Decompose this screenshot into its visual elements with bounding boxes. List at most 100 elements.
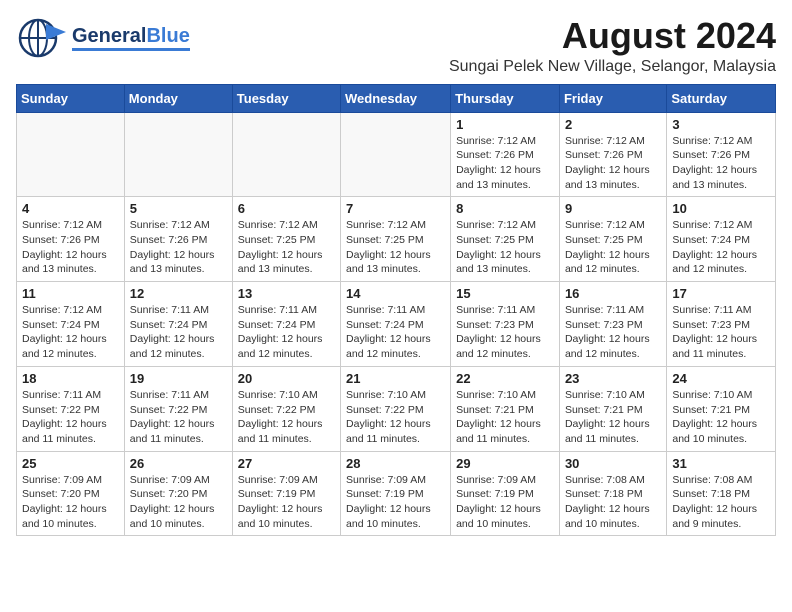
day-number: 25	[22, 456, 119, 471]
calendar-header-tuesday: Tuesday	[232, 84, 340, 112]
day-info: Sunrise: 7:10 AM Sunset: 7:21 PM Dayligh…	[456, 388, 554, 447]
calendar-week-row-3: 11Sunrise: 7:12 AM Sunset: 7:24 PM Dayli…	[17, 282, 776, 367]
day-number: 21	[346, 371, 445, 386]
calendar-week-row-2: 4 Sunrise: 7:12 AM Sunset: 7:26 PM Daylig…	[17, 197, 776, 282]
day-info: Sunrise: 7:11 AM Sunset: 7:23 PM Dayligh…	[672, 303, 770, 362]
day-number: 14	[346, 286, 445, 301]
calendar-header-row: SundayMondayTuesdayWednesdayThursdayFrid…	[17, 84, 776, 112]
calendar-day-cell: 8 Sunrise: 7:12 AM Sunset: 7:25 PM Daylig…	[451, 197, 560, 282]
day-info: Sunrise: 7:10 AM Sunset: 7:22 PM Dayligh…	[238, 388, 335, 447]
day-info: Sunrise: 7:09 AM Sunset: 7:20 PM Dayligh…	[22, 473, 119, 532]
calendar-day-cell: 22 Sunrise: 7:10 AM Sunset: 7:21 PM Dayli…	[451, 366, 560, 451]
day-info: Sunrise: 7:09 AM Sunset: 7:19 PM Dayligh…	[456, 473, 554, 532]
logo-general: General	[72, 25, 146, 47]
calendar-day-cell	[124, 112, 232, 197]
calendar-day-cell: 3Sunrise: 7:12 AM Sunset: 7:26 PM Daylig…	[667, 112, 776, 197]
day-number: 10	[672, 201, 770, 216]
calendar-day-cell	[341, 112, 451, 197]
calendar-week-row-5: 25 Sunrise: 7:09 AM Sunset: 7:20 PM Dayli…	[17, 451, 776, 536]
calendar-header-saturday: Saturday	[667, 84, 776, 112]
calendar-table: SundayMondayTuesdayWednesdayThursdayFrid…	[16, 84, 776, 537]
day-info: Sunrise: 7:08 AM Sunset: 7:18 PM Dayligh…	[672, 473, 770, 532]
day-info: Sunrise: 7:11 AM Sunset: 7:23 PM Dayligh…	[565, 303, 661, 362]
day-number: 16	[565, 286, 661, 301]
day-info: Sunrise: 7:09 AM Sunset: 7:19 PM Dayligh…	[238, 473, 335, 532]
calendar-day-cell: 5 Sunrise: 7:12 AM Sunset: 7:26 PM Daylig…	[124, 197, 232, 282]
day-info: Sunrise: 7:08 AM Sunset: 7:18 PM Dayligh…	[565, 473, 661, 532]
day-info: Sunrise: 7:10 AM Sunset: 7:21 PM Dayligh…	[672, 388, 770, 447]
calendar-week-row-1: 1 Sunrise: 7:12 AM Sunset: 7:26 PM Daylig…	[17, 112, 776, 197]
day-info: Sunrise: 7:11 AM Sunset: 7:22 PM Dayligh…	[130, 388, 227, 447]
page-header: GeneralBlue August 2024 Sungai Pelek New…	[16, 16, 776, 76]
day-info: Sunrise: 7:11 AM Sunset: 7:24 PM Dayligh…	[238, 303, 335, 362]
day-info: Sunrise: 7:12 AM Sunset: 7:25 PM Dayligh…	[346, 218, 445, 277]
calendar-header-wednesday: Wednesday	[341, 84, 451, 112]
day-number: 24	[672, 371, 770, 386]
calendar-day-cell: 16 Sunrise: 7:11 AM Sunset: 7:23 PM Dayli…	[559, 282, 666, 367]
calendar-day-cell: 9 Sunrise: 7:12 AM Sunset: 7:25 PM Daylig…	[559, 197, 666, 282]
day-number: 15	[456, 286, 554, 301]
calendar-day-cell: 26 Sunrise: 7:09 AM Sunset: 7:20 PM Dayli…	[124, 451, 232, 536]
calendar-day-cell: 4 Sunrise: 7:12 AM Sunset: 7:26 PM Daylig…	[17, 197, 125, 282]
day-number: 11	[22, 286, 119, 301]
day-number: 13	[238, 286, 335, 301]
calendar-day-cell: 21 Sunrise: 7:10 AM Sunset: 7:22 PM Dayli…	[341, 366, 451, 451]
calendar-day-cell: 23Sunrise: 7:10 AM Sunset: 7:21 PM Dayli…	[559, 366, 666, 451]
main-title: August 2024	[449, 16, 776, 56]
logo: GeneralBlue	[16, 16, 190, 60]
day-number: 4	[22, 201, 119, 216]
calendar-day-cell: 15 Sunrise: 7:11 AM Sunset: 7:23 PM Dayli…	[451, 282, 560, 367]
day-info: Sunrise: 7:11 AM Sunset: 7:23 PM Dayligh…	[456, 303, 554, 362]
day-info: Sunrise: 7:12 AM Sunset: 7:24 PM Dayligh…	[672, 218, 770, 277]
day-number: 1	[456, 117, 554, 132]
calendar-day-cell: 29 Sunrise: 7:09 AM Sunset: 7:19 PM Dayli…	[451, 451, 560, 536]
day-number: 30	[565, 456, 661, 471]
day-info: Sunrise: 7:12 AM Sunset: 7:26 PM Dayligh…	[565, 134, 661, 193]
day-number: 23	[565, 371, 661, 386]
calendar-day-cell: 27Sunrise: 7:09 AM Sunset: 7:19 PM Dayli…	[232, 451, 340, 536]
calendar-day-cell: 10 Sunrise: 7:12 AM Sunset: 7:24 PM Dayli…	[667, 197, 776, 282]
day-info: Sunrise: 7:12 AM Sunset: 7:25 PM Dayligh…	[565, 218, 661, 277]
day-number: 8	[456, 201, 554, 216]
day-number: 7	[346, 201, 445, 216]
day-number: 9	[565, 201, 661, 216]
day-number: 12	[130, 286, 227, 301]
logo-blue: Blue	[146, 25, 189, 47]
calendar-header-sunday: Sunday	[17, 84, 125, 112]
day-info: Sunrise: 7:09 AM Sunset: 7:20 PM Dayligh…	[130, 473, 227, 532]
calendar-day-cell: 11Sunrise: 7:12 AM Sunset: 7:24 PM Dayli…	[17, 282, 125, 367]
calendar-day-cell: 31 Sunrise: 7:08 AM Sunset: 7:18 PM Dayli…	[667, 451, 776, 536]
day-info: Sunrise: 7:12 AM Sunset: 7:25 PM Dayligh…	[238, 218, 335, 277]
calendar-day-cell: 12 Sunrise: 7:11 AM Sunset: 7:24 PM Dayli…	[124, 282, 232, 367]
day-number: 26	[130, 456, 227, 471]
day-info: Sunrise: 7:12 AM Sunset: 7:25 PM Dayligh…	[456, 218, 554, 277]
day-info: Sunrise: 7:12 AM Sunset: 7:26 PM Dayligh…	[130, 218, 227, 277]
day-number: 31	[672, 456, 770, 471]
calendar-day-cell: 1 Sunrise: 7:12 AM Sunset: 7:26 PM Daylig…	[451, 112, 560, 197]
day-number: 22	[456, 371, 554, 386]
calendar-day-cell: 13 Sunrise: 7:11 AM Sunset: 7:24 PM Dayli…	[232, 282, 340, 367]
day-number: 6	[238, 201, 335, 216]
day-info: Sunrise: 7:10 AM Sunset: 7:22 PM Dayligh…	[346, 388, 445, 447]
calendar-day-cell	[17, 112, 125, 197]
calendar-day-cell: 24 Sunrise: 7:10 AM Sunset: 7:21 PM Dayli…	[667, 366, 776, 451]
calendar-day-cell: 20 Sunrise: 7:10 AM Sunset: 7:22 PM Dayli…	[232, 366, 340, 451]
calendar-day-cell: 14Sunrise: 7:11 AM Sunset: 7:24 PM Dayli…	[341, 282, 451, 367]
day-info: Sunrise: 7:12 AM Sunset: 7:26 PM Dayligh…	[22, 218, 119, 277]
day-info: Sunrise: 7:09 AM Sunset: 7:19 PM Dayligh…	[346, 473, 445, 532]
day-number: 17	[672, 286, 770, 301]
subtitle: Sungai Pelek New Village, Selangor, Mala…	[449, 58, 776, 76]
day-number: 28	[346, 456, 445, 471]
calendar-week-row-4: 18Sunrise: 7:11 AM Sunset: 7:22 PM Dayli…	[17, 366, 776, 451]
day-number: 29	[456, 456, 554, 471]
globe-icon	[16, 16, 68, 60]
calendar-header-monday: Monday	[124, 84, 232, 112]
day-number: 20	[238, 371, 335, 386]
calendar-day-cell: 19 Sunrise: 7:11 AM Sunset: 7:22 PM Dayli…	[124, 366, 232, 451]
calendar-day-cell: 30 Sunrise: 7:08 AM Sunset: 7:18 PM Dayli…	[559, 451, 666, 536]
day-info: Sunrise: 7:11 AM Sunset: 7:24 PM Dayligh…	[130, 303, 227, 362]
day-number: 19	[130, 371, 227, 386]
day-number: 5	[130, 201, 227, 216]
day-info: Sunrise: 7:12 AM Sunset: 7:26 PM Dayligh…	[456, 134, 554, 193]
calendar-day-cell: 18Sunrise: 7:11 AM Sunset: 7:22 PM Dayli…	[17, 366, 125, 451]
